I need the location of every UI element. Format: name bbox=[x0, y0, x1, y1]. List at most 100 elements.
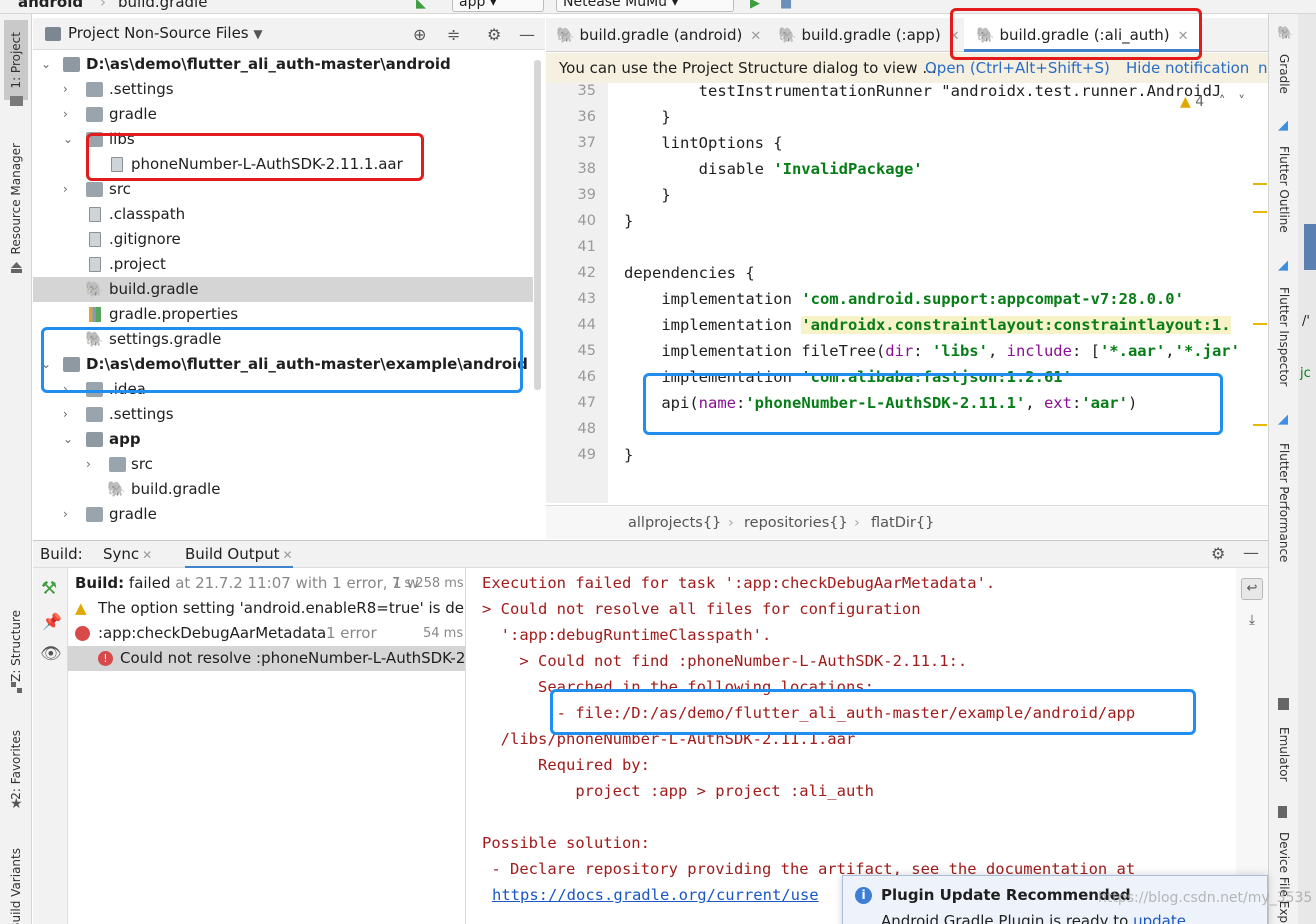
pin-icon[interactable]: 📌 bbox=[42, 612, 62, 631]
tree-node-src[interactable]: › src bbox=[33, 177, 533, 202]
tree-node-example-root[interactable]: ⌄ D:\as\demo\flutter_ali_auth-master\exa… bbox=[33, 352, 533, 377]
flutter-outline-tab[interactable]: Flutter Outline bbox=[1273, 134, 1295, 244]
tree-node-project-file[interactable]: .project bbox=[33, 252, 533, 277]
open-structure-link[interactable]: Open (Ctrl+Alt+Shift+S) bbox=[925, 53, 1110, 83]
tree-node-build-gradle[interactable]: 🐘 build.gradle bbox=[33, 277, 533, 302]
tree-node-gradle[interactable]: › gradle bbox=[33, 102, 533, 127]
structure-tab[interactable]: Z: Structure bbox=[4, 600, 28, 692]
debug-icon[interactable]: ■ bbox=[780, 0, 792, 11]
project-tree-scrollbar[interactable] bbox=[534, 60, 541, 390]
collapse-all-icon[interactable]: ≑ bbox=[447, 25, 460, 44]
locate-icon[interactable]: ⊕ bbox=[413, 25, 426, 44]
folder-icon bbox=[109, 457, 126, 472]
tree-node-libs[interactable]: ⌄ libs bbox=[33, 127, 533, 152]
build-status-row[interactable]: Build: failed at 21.7.2 11:07 with 1 err… bbox=[68, 571, 465, 596]
breadcrumb-file[interactable]: build.gradle bbox=[118, 0, 207, 11]
tab-build-gradle-app[interactable]: 🐘 build.gradle (:app) ✕ bbox=[778, 18, 960, 52]
tree-node-root[interactable]: ⌄ D:\as\demo\flutter_ali_auth-master\and… bbox=[33, 52, 533, 77]
tab-build-output[interactable]: Build Output ✕ bbox=[185, 541, 293, 569]
code-line[interactable]: implementation 'com.android.support:appc… bbox=[624, 286, 1184, 312]
code-line[interactable]: } bbox=[624, 104, 670, 130]
tree-node-app-src[interactable]: › src bbox=[33, 452, 533, 477]
tree-node-app-build-gradle[interactable]: 🐘 build.gradle bbox=[33, 477, 533, 502]
code-line[interactable]: } bbox=[624, 442, 633, 468]
build-output-console[interactable]: Execution failed for task ':app:checkDeb… bbox=[466, 568, 1236, 924]
build-warning-row[interactable]: ▲ The option setting 'android.enableR8=t… bbox=[68, 596, 465, 621]
project-tool-tab[interactable]: 1: Project bbox=[4, 20, 28, 100]
run-config-select[interactable]: app ▾ bbox=[452, 0, 544, 12]
soft-wrap-icon[interactable]: ↩ bbox=[1241, 578, 1263, 600]
code-line[interactable]: dependencies { bbox=[624, 260, 755, 286]
flutter-inspector-tab[interactable]: Flutter Inspector bbox=[1273, 274, 1295, 400]
code-line[interactable]: } bbox=[624, 182, 670, 208]
tree-node-idea[interactable]: › .idea bbox=[33, 377, 533, 402]
code-line[interactable]: } bbox=[624, 208, 633, 234]
build-error-row[interactable]: ! Could not resolve :phoneNumber-L-AuthS… bbox=[68, 646, 465, 671]
editor-gutter: 35 36 37 38 39 40 41 42 43 44 45 46 47 48 49 bbox=[546, 83, 608, 503]
warning-stripe[interactable] bbox=[1253, 211, 1267, 213]
tree-node-settings-gradle[interactable]: 🐘 settings.gradle bbox=[33, 327, 533, 352]
warning-stripe[interactable] bbox=[1253, 323, 1267, 325]
warning-count: 4 bbox=[1195, 94, 1205, 110]
gear-icon[interactable]: ⚙ bbox=[487, 25, 501, 44]
code-line[interactable]: lintOptions { bbox=[624, 130, 782, 156]
gradle-tool-tab[interactable]: Gradle bbox=[1273, 44, 1295, 104]
build-variants-tab[interactable]: Build Variants bbox=[4, 840, 28, 924]
tree-node-settings-2[interactable]: › .settings bbox=[33, 402, 533, 427]
emulator-tab[interactable]: Emulator bbox=[1273, 714, 1295, 794]
code-line[interactable]: testInstrumentationRunner "androidx.test… bbox=[624, 83, 1222, 104]
project-view-select[interactable]: Project Non-Source Files ▼ bbox=[68, 24, 263, 42]
update-link[interactable]: update bbox=[1133, 912, 1186, 924]
close-icon[interactable]: ✕ bbox=[750, 29, 761, 44]
tab-build-gradle-ali-auth[interactable]: 🐘 build.gradle (:ali_auth) ✕ bbox=[964, 18, 1201, 52]
code-line[interactable]: implementation fileTree(dir: 'libs', inc… bbox=[624, 338, 1240, 364]
chevron-down-icon[interactable]: ˅ bbox=[1238, 94, 1245, 110]
tree-node-gitignore[interactable]: .gitignore bbox=[33, 227, 533, 252]
build-task-row[interactable]: :app:checkDebugAarMetadata 1 error 54 ms bbox=[68, 621, 465, 646]
resource-manager-icon bbox=[10, 260, 23, 273]
project-view-label: Project Non-Source Files bbox=[68, 24, 249, 42]
tree-node-settings[interactable]: › .settings bbox=[33, 77, 533, 102]
breadcrumb-allprojects[interactable]: allprojects{} bbox=[628, 506, 721, 540]
module-folder-icon bbox=[63, 57, 80, 72]
tree-node-classpath[interactable]: .classpath bbox=[33, 202, 533, 227]
breadcrumb-repositories[interactable]: repositories{} bbox=[744, 506, 848, 540]
chevron-up-icon[interactable]: ˄ bbox=[1219, 94, 1226, 110]
tree-node-gradle-properties[interactable]: gradle.properties bbox=[33, 302, 533, 327]
code-line[interactable]: api(name:'phoneNumber-L-AuthSDK-2.11.1',… bbox=[624, 390, 1137, 416]
code-line[interactable]: implementation 'com.alibaba:fastjson:1.2… bbox=[624, 364, 1072, 390]
eye-icon[interactable]: 👁 bbox=[40, 644, 62, 664]
notification-extra-link[interactable]: n bbox=[1258, 53, 1268, 83]
gradle-docs-link[interactable]: https://docs.gradle.org/current/use bbox=[492, 882, 819, 908]
tab-label: build.gradle (:ali_auth) bbox=[999, 26, 1170, 44]
breadcrumb-flatdir[interactable]: flatDir{} bbox=[871, 506, 934, 540]
warning-stripe[interactable] bbox=[1253, 424, 1267, 426]
build-hammer-icon[interactable]: ◣ bbox=[416, 0, 426, 11]
code-line[interactable]: implementation 'androidx.constraintlayou… bbox=[624, 312, 1231, 338]
minimize-icon[interactable]: — bbox=[1243, 543, 1259, 562]
gear-icon[interactable]: ⚙ bbox=[1211, 544, 1225, 563]
close-icon[interactable]: ✕ bbox=[142, 548, 152, 562]
close-icon[interactable]: ✕ bbox=[283, 548, 293, 562]
scroll-to-end-icon[interactable]: ⤓ bbox=[1241, 610, 1263, 632]
device-file-explorer-tab[interactable]: Device File Expl bbox=[1273, 824, 1295, 924]
tab-build-gradle-android[interactable]: 🐘 build.gradle (android) ✕ bbox=[556, 18, 761, 52]
resource-manager-tab[interactable]: Resource Manager bbox=[4, 134, 28, 264]
tree-node-aar[interactable]: phoneNumber-L-AuthSDK-2.11.1.aar bbox=[33, 152, 533, 177]
breadcrumb-project[interactable]: android bbox=[18, 0, 83, 11]
hide-notification-link[interactable]: Hide notification bbox=[1126, 53, 1249, 83]
tree-node-gradle-2[interactable]: › gradle bbox=[33, 502, 533, 527]
run-icon[interactable]: ▶ bbox=[750, 0, 760, 11]
close-icon[interactable]: ✕ bbox=[1178, 29, 1189, 44]
close-icon[interactable]: ✕ bbox=[949, 29, 960, 44]
minimize-icon[interactable]: — bbox=[519, 25, 535, 44]
tree-node-app[interactable]: ⌄ app bbox=[33, 427, 533, 452]
hammer-icon[interactable]: ⚒ bbox=[41, 578, 57, 599]
warning-stripe[interactable] bbox=[1253, 183, 1267, 185]
code-editor[interactable]: testInstrumentationRunner "androidx.test… bbox=[608, 83, 1268, 503]
editor-inspection-widget[interactable]: ▲ 4 ˄ ˅ bbox=[1180, 94, 1245, 110]
tab-sync[interactable]: Sync ✕ bbox=[103, 541, 152, 569]
code-line[interactable]: disable 'InvalidPackage' bbox=[624, 156, 923, 182]
flutter-performance-tab[interactable]: Flutter Performance bbox=[1273, 428, 1295, 578]
device-select[interactable]: Netease MuMu ▾ bbox=[556, 0, 734, 12]
